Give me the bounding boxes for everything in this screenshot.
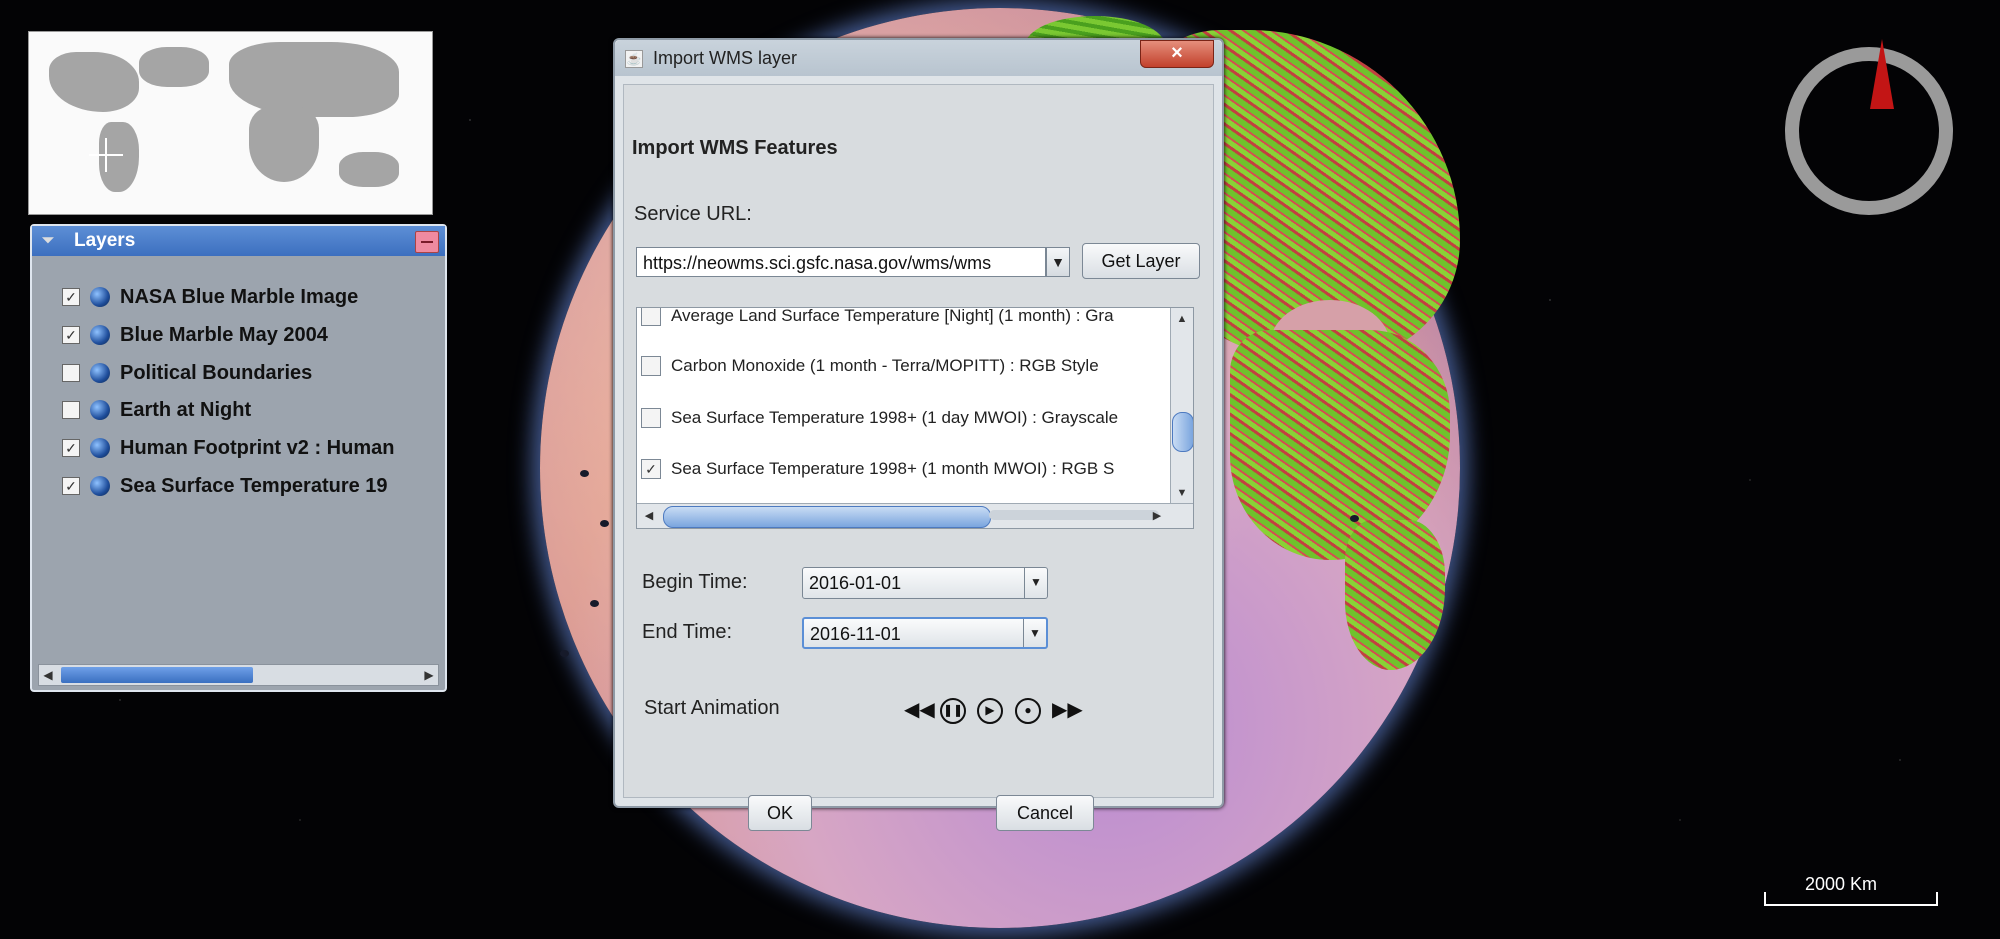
layer-checkbox[interactable]: ✓ — [62, 439, 80, 457]
scroll-right-icon[interactable]: ▶ — [420, 665, 438, 685]
dialog-titlebar[interactable]: ☕ Import WMS layer × — [615, 40, 1222, 76]
list-item-label: Sea Surface Temperature 1998+ (1 day MWO… — [671, 408, 1119, 427]
close-button[interactable]: × — [1140, 40, 1214, 68]
scroll-up-icon[interactable]: ▲ — [1171, 310, 1193, 328]
list-item[interactable]: Sea Surface Temperature 1998+ (1 day MWO… — [637, 398, 1118, 438]
layers-panel-title: Layers — [74, 230, 136, 251]
rewind-icon[interactable]: ◀◀ — [904, 697, 935, 723]
list-item[interactable]: Average Land Surface Temperature [Night]… — [637, 307, 1114, 336]
layer-item[interactable]: ✓ NASA Blue Marble Image — [62, 280, 358, 314]
cancel-button[interactable]: Cancel — [996, 795, 1094, 831]
scrollbar-thumb[interactable] — [663, 506, 991, 528]
map-continent — [139, 47, 209, 87]
compass-control[interactable] — [1785, 39, 1953, 215]
chevron-down-icon[interactable]: ▼ — [1023, 619, 1046, 647]
layers-panel-header[interactable]: ⏷ Layers — [32, 226, 445, 256]
end-time-value: 2016-11-01 — [810, 624, 901, 644]
minimize-button[interactable] — [415, 231, 439, 253]
globe-icon — [90, 363, 110, 383]
start-animation-label: Start Animation — [644, 697, 780, 719]
list-item[interactable]: ✓ Sea Surface Temperature 1998+ (1 month… — [637, 449, 1114, 489]
scrollbar-track[interactable] — [989, 510, 1159, 520]
layer-label: Blue Marble May 2004 — [120, 323, 328, 346]
layer-checkbox[interactable]: ✓ — [62, 288, 80, 306]
list-item-checkbox[interactable] — [641, 408, 661, 428]
overview-map[interactable] — [28, 31, 433, 215]
scrollbar-thumb[interactable] — [61, 667, 253, 683]
island — [1350, 515, 1359, 522]
list-item-label: Carbon Monoxide (1 month - Terra/MOPITT)… — [671, 356, 1099, 375]
layer-label: Human Footprint v2 : Human — [120, 436, 395, 459]
begin-time-label: Begin Time: — [642, 571, 748, 593]
ok-button[interactable]: OK — [748, 795, 812, 831]
globe-icon — [90, 438, 110, 458]
layer-label: Political Boundaries — [120, 361, 313, 384]
dialog-heading: Import WMS Features — [632, 137, 838, 159]
map-continent — [339, 152, 399, 187]
list-horizontal-scrollbar[interactable]: ◀ ▶ — [637, 503, 1193, 528]
layer-checkbox[interactable] — [62, 401, 80, 419]
scroll-left-icon[interactable]: ◀ — [639, 504, 659, 528]
island — [590, 600, 599, 607]
dialog-title: Import WMS layer — [653, 48, 798, 68]
island — [560, 650, 569, 657]
globe-icon — [90, 287, 110, 307]
map-continent — [229, 42, 399, 117]
fast-forward-icon[interactable]: ▶▶ — [1052, 697, 1083, 723]
layer-item[interactable]: ✓ Blue Marble May 2004 — [62, 318, 328, 352]
crosshair-icon — [89, 138, 123, 172]
layers-panel: ⏷ Layers ✓ NASA Blue Marble Image ✓ Blue… — [30, 224, 447, 692]
layer-item[interactable]: ✓ Human Footprint v2 : Human — [62, 431, 394, 465]
end-time-label: End Time: — [642, 621, 733, 643]
scroll-right-icon[interactable]: ▶ — [1147, 504, 1167, 528]
layer-label: Earth at Night — [120, 398, 252, 421]
island — [600, 520, 609, 527]
layer-item[interactable]: Earth at Night — [62, 393, 251, 427]
java-icon: ☕ — [625, 50, 643, 68]
stop-icon[interactable]: ● — [1015, 698, 1041, 724]
layer-item[interactable]: Political Boundaries — [62, 356, 312, 390]
layer-checkbox[interactable] — [62, 364, 80, 382]
filter-icon: ⏷ — [42, 232, 55, 249]
list-item-label: Sea Surface Temperature 1998+ (1 month M… — [671, 459, 1115, 478]
import-wms-dialog: ☕ Import WMS layer × Import WMS Features… — [613, 38, 1224, 831]
layer-checkbox[interactable]: ✓ — [62, 326, 80, 344]
get-layer-button[interactable]: Get Layer — [1082, 243, 1200, 279]
list-vertical-scrollbar[interactable]: ▲ ▼ — [1170, 308, 1193, 504]
globe-icon — [90, 476, 110, 496]
list-item-label: Average Land Surface Temperature [Night]… — [671, 307, 1114, 325]
list-item-checkbox[interactable]: ✓ — [641, 459, 661, 479]
globe-icon — [90, 325, 110, 345]
layer-checkbox[interactable]: ✓ — [62, 477, 80, 495]
island — [580, 470, 589, 477]
begin-time-value: 2016-01-01 — [809, 573, 902, 593]
compass-needle-icon — [1870, 39, 1894, 109]
wms-layer-list[interactable]: Average Land Surface Temperature [Night]… — [636, 307, 1194, 529]
pause-icon[interactable]: ❚❚ — [940, 698, 966, 724]
layer-label: Sea Surface Temperature 19 — [120, 474, 388, 497]
begin-time-select[interactable]: 2016-01-01 ▼ — [802, 567, 1048, 599]
scroll-left-icon[interactable]: ◀ — [39, 665, 57, 685]
list-item-checkbox[interactable] — [641, 356, 661, 376]
list-item-checkbox[interactable] — [641, 308, 661, 326]
play-icon[interactable]: ▶ — [977, 698, 1003, 724]
layer-item[interactable]: ✓ Sea Surface Temperature 19 — [62, 469, 388, 503]
scale-bar — [1764, 892, 1938, 906]
layers-horizontal-scrollbar[interactable]: ◀ ▶ — [38, 664, 439, 686]
service-url-label: Service URL: — [634, 203, 752, 225]
map-continent — [249, 107, 319, 182]
chevron-down-icon[interactable]: ▼ — [1024, 568, 1047, 598]
layers-list: ✓ NASA Blue Marble Image ✓ Blue Marble M… — [32, 256, 445, 662]
chevron-down-icon[interactable]: ▼ — [1046, 247, 1070, 277]
layer-label: NASA Blue Marble Image — [120, 285, 359, 308]
end-time-select[interactable]: 2016-11-01 ▼ — [802, 617, 1048, 649]
list-item[interactable]: Carbon Monoxide (1 month - Terra/MOPITT)… — [637, 346, 1099, 386]
scroll-down-icon[interactable]: ▼ — [1171, 484, 1193, 502]
globe-icon — [90, 400, 110, 420]
service-url-input[interactable]: https://neowms.sci.gsfc.nasa.gov/wms/wms — [636, 247, 1046, 277]
scrollbar-thumb[interactable] — [1172, 412, 1193, 452]
dialog-content: Import WMS Features Service URL: https:/… — [623, 84, 1214, 831]
map-continent — [49, 52, 139, 112]
